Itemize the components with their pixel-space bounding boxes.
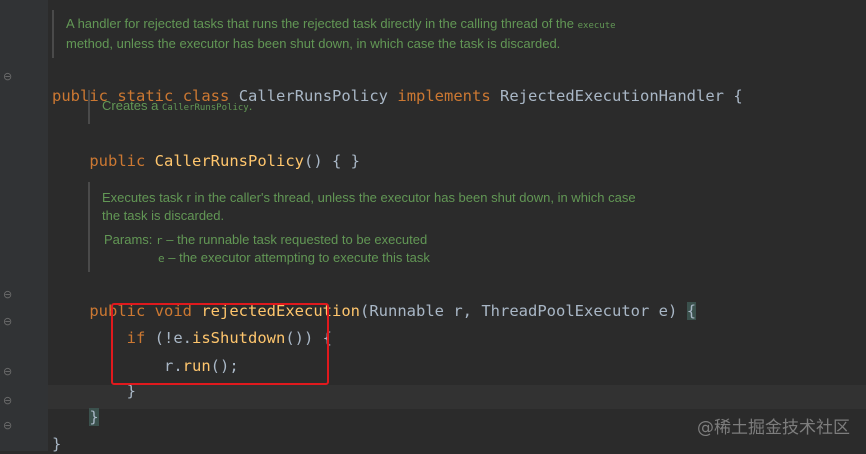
doc-code: execute <box>577 21 616 31</box>
param-type[interactable]: ThreadPoolExecutor <box>481 302 649 320</box>
fold-class-icon[interactable]: ⊖ <box>3 71 14 82</box>
params-label: Params: <box>104 232 153 247</box>
class-close: } <box>52 414 61 453</box>
brace: { <box>733 87 743 105</box>
param-name: e <box>158 252 165 265</box>
param-type[interactable]: Runnable <box>369 302 444 320</box>
interface-name[interactable]: RejectedExecutionHandler <box>500 87 724 105</box>
doc-code: CallerRunsPolicy <box>162 103 249 113</box>
method-javadoc: Executes task r in the caller's thread, … <box>88 182 690 272</box>
constructor-declaration[interactable]: public CallerRunsPolicy() { } <box>52 131 360 170</box>
param: e) <box>658 302 678 320</box>
brace: } <box>89 408 99 426</box>
editor-gutter <box>0 0 48 451</box>
method-declaration[interactable]: public void rejectedExecution(Runnable r… <box>52 281 697 320</box>
unfold-method-icon[interactable]: ⊖ <box>3 395 14 406</box>
highlight-box <box>111 303 329 385</box>
doc-line: A handler for rejected tasks that runs t… <box>66 16 575 31</box>
watermark: @稀土掘金技术社区 <box>697 418 850 438</box>
doc-line: the task is discarded. <box>102 208 225 223</box>
param-desc: – the executor attempting to execute thi… <box>168 250 430 265</box>
doc-line: method, unless the executor has been shu… <box>66 36 561 51</box>
doc-line: Creates a <box>102 98 159 113</box>
brace: } <box>52 435 62 453</box>
fold-if-icon[interactable]: ⊖ <box>3 316 14 327</box>
fold-method-icon[interactable]: ⊖ <box>3 289 14 300</box>
constructor-javadoc: Creates a CallerRunsPolicy. <box>88 90 490 124</box>
parens: () <box>303 152 323 170</box>
param-desc: – the runnable task requested to be exec… <box>166 232 428 247</box>
class-javadoc: A handler for rejected tasks that runs t… <box>52 10 706 58</box>
method-close: } <box>52 387 99 426</box>
doc-line: . <box>248 98 253 113</box>
constructor-body: { } <box>332 152 360 170</box>
doc-line: Executes task r in the caller's thread, … <box>102 190 636 205</box>
current-line-highlight <box>48 385 866 409</box>
param-name: r <box>156 234 163 247</box>
keyword: public <box>89 152 146 170</box>
constructor-name[interactable]: CallerRunsPolicy <box>155 152 304 170</box>
unfold-if-icon[interactable]: ⊖ <box>3 366 14 377</box>
unfold-class-icon[interactable]: ⊖ <box>3 420 14 431</box>
param: r, <box>453 302 472 320</box>
brace: { <box>686 302 697 320</box>
paren: ( <box>359 302 370 320</box>
class-declaration[interactable]: public static class CallerRunsPolicy imp… <box>52 66 743 105</box>
